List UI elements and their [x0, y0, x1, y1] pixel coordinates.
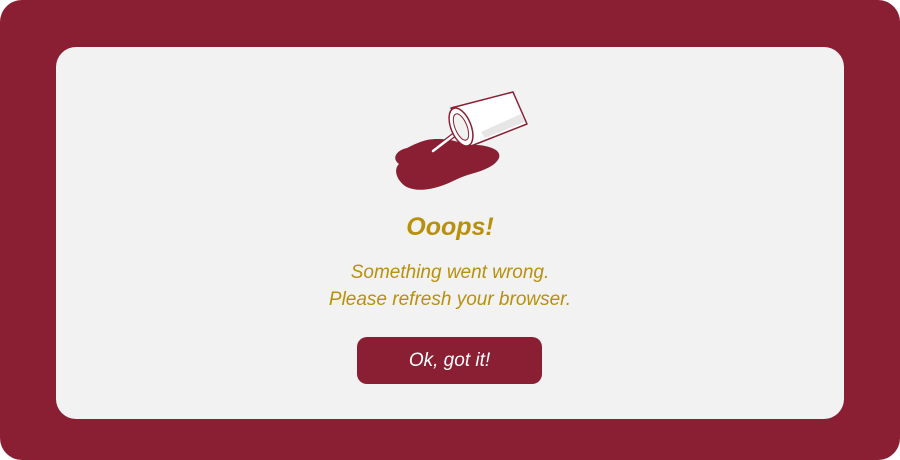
error-message-line: Something went wrong.	[350, 262, 550, 283]
error-title: Ooops!	[406, 213, 494, 241]
error-message-line: Please refresh your browser.	[328, 289, 572, 310]
ok-button[interactable]: Ok, got it!	[357, 337, 542, 384]
error-frame: Ooops! Something went wrong. Please refr…	[0, 0, 900, 460]
error-message: Something went wrong. Please refresh you…	[0, 259, 900, 313]
spilled-drink-icon	[395, 91, 528, 190]
